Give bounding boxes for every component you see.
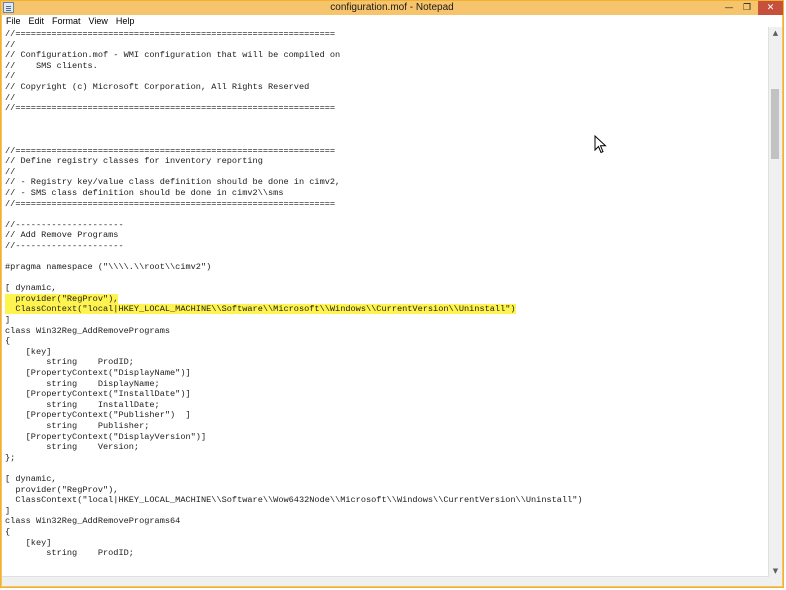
text-line[interactable]: string ProdID; <box>5 548 769 559</box>
scroll-thumb[interactable] <box>771 89 779 159</box>
text-line[interactable]: string Publisher; <box>5 421 769 432</box>
scroll-up-icon[interactable]: ▲ <box>769 27 782 39</box>
text-line[interactable]: // Configuration.mof - WMI configuration… <box>5 50 769 61</box>
menu-bar: File Edit Format View Help <box>2 15 782 27</box>
menu-view[interactable]: View <box>85 15 112 27</box>
text-editor-area[interactable]: //======================================… <box>2 27 769 577</box>
minimize-button[interactable]: — <box>719 1 739 15</box>
text-line[interactable] <box>5 463 769 474</box>
text-line[interactable]: // Define registry classes for inventory… <box>5 156 769 167</box>
text-line[interactable]: provider("RegProv"), <box>5 293 769 305</box>
text-line[interactable]: //--------------------- <box>5 241 769 252</box>
text-line[interactable]: ] <box>5 506 769 517</box>
text-line[interactable]: // <box>5 167 769 178</box>
restore-button[interactable]: ❐ <box>737 1 757 15</box>
text-line[interactable]: // - SMS class definition should be done… <box>5 188 769 199</box>
text-line[interactable]: [PropertyContext("InstallDate")] <box>5 389 769 400</box>
text-line[interactable]: // <box>5 71 769 82</box>
text-line[interactable]: // Copyright (c) Microsoft Corporation, … <box>5 82 769 93</box>
text-line[interactable] <box>5 209 769 220</box>
text-line[interactable]: // <box>5 40 769 51</box>
text-line[interactable]: [key] <box>5 347 769 358</box>
text-line[interactable] <box>5 251 769 262</box>
horizontal-scrollbar[interactable] <box>2 576 769 586</box>
text-line[interactable]: ClassContext("local|HKEY_LOCAL_MACHINE\\… <box>5 304 769 315</box>
menu-file[interactable]: File <box>2 15 25 27</box>
text-line[interactable] <box>5 124 769 135</box>
text-line[interactable]: provider("RegProv"), <box>5 485 769 496</box>
text-line[interactable]: // Add Remove Programs <box>5 230 769 241</box>
notepad-window: configuration.mof - Notepad — ❐ ✕ File Ed… <box>0 0 784 588</box>
window-title: configuration.mof - Notepad <box>330 2 454 13</box>
text-line[interactable]: string InstallDate; <box>5 400 769 411</box>
text-line[interactable]: class Win32Reg_AddRemovePrograms <box>5 326 769 337</box>
text-line[interactable]: //======================================… <box>5 199 769 210</box>
menu-help[interactable]: Help <box>112 15 139 27</box>
text-line[interactable]: [PropertyContext("Publisher") ] <box>5 410 769 421</box>
text-line[interactable]: // - Registry key/value class definition… <box>5 177 769 188</box>
text-line[interactable]: [PropertyContext("DisplayName")] <box>5 368 769 379</box>
text-line[interactable] <box>5 273 769 284</box>
close-button[interactable]: ✕ <box>758 1 783 15</box>
text-line[interactable]: string Version; <box>5 442 769 453</box>
text-line[interactable]: // <box>5 93 769 104</box>
text-line[interactable]: { <box>5 336 769 347</box>
text-line[interactable]: ClassContext("local|HKEY_LOCAL_MACHINE\\… <box>5 495 769 506</box>
text-line[interactable]: [ dynamic, <box>5 474 769 485</box>
vertical-scrollbar[interactable]: ▲ ▼ <box>768 27 782 577</box>
text-line[interactable] <box>5 135 769 146</box>
menu-edit[interactable]: Edit <box>25 15 49 27</box>
text-line[interactable]: //======================================… <box>5 29 769 40</box>
text-line[interactable]: }; <box>5 453 769 464</box>
text-line[interactable]: string ProdID; <box>5 357 769 368</box>
text-line[interactable]: //--------------------- <box>5 220 769 231</box>
text-line[interactable]: { <box>5 527 769 538</box>
close-icon: ✕ <box>766 3 775 13</box>
text-line[interactable]: //======================================… <box>5 146 769 157</box>
text-line[interactable]: // SMS clients. <box>5 61 769 72</box>
scrollbar-corner <box>769 577 782 586</box>
text-line[interactable]: [PropertyContext("DisplayVersion")] <box>5 432 769 443</box>
menu-format[interactable]: Format <box>48 15 85 27</box>
text-line[interactable]: #pragma namespace ("\\\\.\\root\\cimv2") <box>5 262 769 273</box>
text-line[interactable]: ] <box>5 315 769 326</box>
text-line[interactable]: class Win32Reg_AddRemovePrograms64 <box>5 516 769 527</box>
text-line[interactable] <box>5 114 769 125</box>
text-line[interactable]: [key] <box>5 538 769 549</box>
text-line[interactable]: string DisplayName; <box>5 379 769 390</box>
document-text[interactable]: //======================================… <box>2 27 769 559</box>
restore-icon: ❐ <box>742 3 752 13</box>
minimize-icon: — <box>724 3 734 13</box>
text-line[interactable]: [ dynamic, <box>5 283 769 294</box>
title-bar[interactable]: configuration.mof - Notepad — ❐ ✕ <box>1 1 783 15</box>
text-line[interactable]: //======================================… <box>5 103 769 114</box>
scroll-down-icon[interactable]: ▼ <box>769 565 782 577</box>
